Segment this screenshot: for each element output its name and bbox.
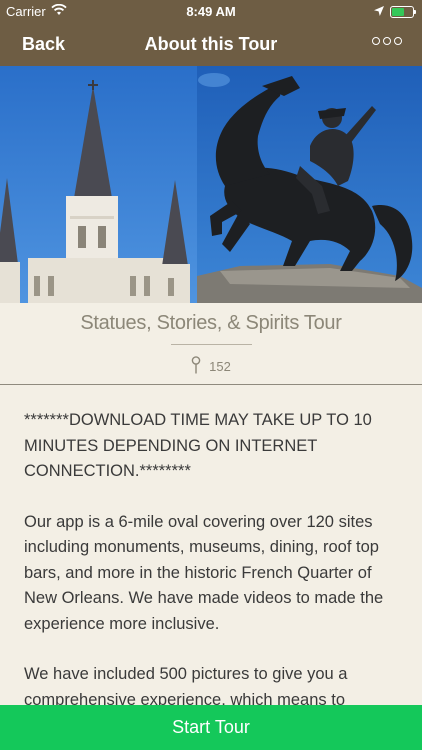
description-paragraph: Our app is a 6-mile oval covering over 1… xyxy=(24,512,384,633)
battery-charging-icon xyxy=(390,5,416,18)
start-tour-button[interactable]: Start Tour xyxy=(0,705,422,750)
nav-title: About this Tour xyxy=(144,34,278,54)
nav-bar: Back About this Tour xyxy=(0,24,422,66)
map-pin-icon xyxy=(191,356,201,377)
title-divider xyxy=(171,344,252,345)
stop-count: 152 xyxy=(209,359,231,374)
more-options-icon[interactable] xyxy=(372,37,402,45)
section-divider xyxy=(0,384,422,385)
location-arrow-icon xyxy=(374,4,384,19)
tour-title: Statues, Stories, & Spirits Tour xyxy=(80,312,342,334)
tour-hero-image xyxy=(0,66,422,303)
description-paragraph: *******DOWNLOAD TIME MAY TAKE UP TO 10 M… xyxy=(24,411,372,480)
status-time: 8:49 AM xyxy=(186,4,236,19)
status-right-group xyxy=(374,4,416,19)
tour-description: *******DOWNLOAD TIME MAY TAKE UP TO 10 M… xyxy=(24,408,404,738)
status-bar: Carrier 8:49 AM xyxy=(0,0,422,24)
stop-count-row: 152 xyxy=(0,356,422,377)
